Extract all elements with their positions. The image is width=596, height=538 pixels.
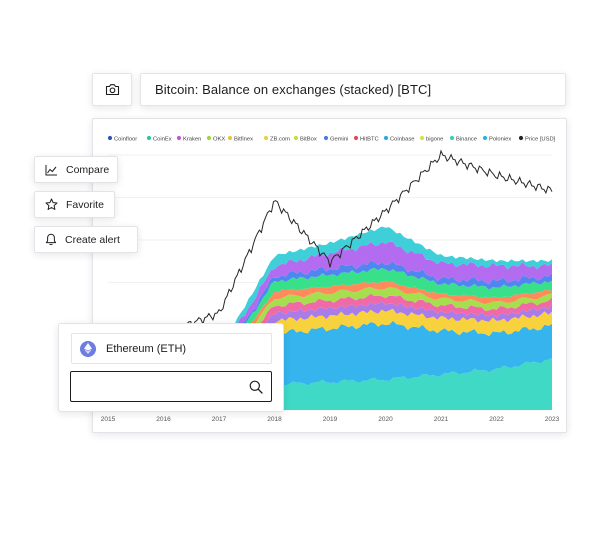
asset-search-input[interactable] — [71, 372, 241, 401]
asset-search-box[interactable] — [70, 371, 272, 402]
legend-item[interactable]: HitBTC — [353, 135, 379, 142]
x-tick-label: 2023 — [545, 416, 560, 423]
compare-label: Compare — [66, 163, 110, 176]
legend-item[interactable]: Kraken — [176, 135, 201, 142]
legend-item[interactable]: ZB.com — [263, 135, 290, 142]
bell-icon — [45, 233, 57, 246]
asset-panel: Ethereum (ETH) — [58, 323, 284, 412]
x-tick-label: 2016 — [156, 416, 171, 423]
chart-legend: Coinfloor CoinEx Kraken OKX Bitfinex ZB.com Bi… — [107, 135, 556, 142]
legend-marker — [146, 135, 152, 141]
legend-marker — [206, 135, 212, 141]
legend-item[interactable]: bigone — [419, 135, 444, 142]
legend-item[interactable]: Binance — [449, 135, 477, 142]
legend-label: Coinbase — [390, 136, 415, 142]
legend-item[interactable]: Gemini — [323, 135, 348, 142]
selected-asset-label: Ethereum (ETH) — [106, 342, 187, 355]
legend-label: Poloniex — [489, 136, 511, 142]
legend-label: CoinEx — [153, 136, 172, 142]
x-tick-label: 2022 — [489, 416, 504, 423]
x-tick-label: 2017 — [212, 416, 227, 423]
x-tick-label: 2020 — [378, 416, 393, 423]
legend-marker — [419, 135, 425, 141]
legend-item[interactable]: Poloniex — [482, 135, 511, 142]
legend-label: Binance — [456, 136, 477, 142]
search-icon[interactable] — [249, 380, 263, 394]
x-tick-label: 2015 — [101, 416, 116, 423]
favorite-label: Favorite — [66, 198, 104, 211]
legend-marker — [263, 135, 269, 141]
chart-line-icon — [45, 164, 57, 175]
legend-marker — [518, 135, 524, 141]
legend-label: OKX — [213, 136, 225, 142]
legend-label: HitBTC — [360, 136, 379, 142]
legend-label: Price [USD] — [525, 136, 556, 142]
x-axis: 2015 2016 2017 2018 2019 2020 2021 2022 2023 — [101, 416, 560, 423]
create-alert-label: Create alert — [65, 233, 120, 246]
legend-label: bigone — [426, 136, 443, 142]
ethereum-icon — [80, 340, 96, 357]
legend-marker — [293, 135, 299, 141]
legend-item[interactable]: Bitfinex — [227, 135, 253, 142]
legend-marker — [383, 135, 389, 141]
asset-select[interactable]: Ethereum (ETH) — [71, 333, 272, 364]
compare-button[interactable]: Compare — [34, 156, 118, 183]
legend-marker — [449, 135, 455, 141]
camera-icon — [105, 84, 119, 96]
legend-marker — [323, 135, 329, 141]
legend-label: ZB.com — [270, 136, 290, 142]
chart-title-bar: Bitcoin: Balance on exchanges (stacked) … — [140, 73, 566, 106]
legend-marker — [176, 135, 182, 141]
legend-marker — [353, 135, 359, 141]
legend-label: Coinfloor — [114, 136, 137, 142]
legend-item[interactable]: BitBox — [293, 135, 317, 142]
star-icon — [45, 198, 58, 210]
legend-item[interactable]: Coinfloor — [107, 135, 137, 142]
x-tick-label: 2021 — [434, 416, 449, 423]
legend-item[interactable]: OKX — [206, 135, 225, 142]
x-tick-label: 2018 — [267, 416, 282, 423]
legend-item[interactable]: CoinEx — [146, 135, 172, 142]
screenshot-button[interactable] — [92, 73, 132, 106]
legend-label: Kraken — [183, 136, 201, 142]
legend-label: Bitfinex — [234, 136, 253, 142]
favorite-button[interactable]: Favorite — [34, 191, 115, 218]
create-alert-button[interactable]: Create alert — [34, 226, 138, 253]
legend-marker — [482, 135, 488, 141]
chart-title: Bitcoin: Balance on exchanges (stacked) … — [155, 82, 432, 97]
legend-item[interactable]: Coinbase — [383, 135, 415, 142]
legend-label: Gemini — [330, 136, 348, 142]
legend-label: BitBox — [300, 136, 317, 142]
legend-marker — [107, 135, 113, 141]
legend-item[interactable]: Price [USD] — [518, 135, 556, 142]
legend-marker — [227, 135, 233, 141]
x-tick-label: 2019 — [323, 416, 338, 423]
